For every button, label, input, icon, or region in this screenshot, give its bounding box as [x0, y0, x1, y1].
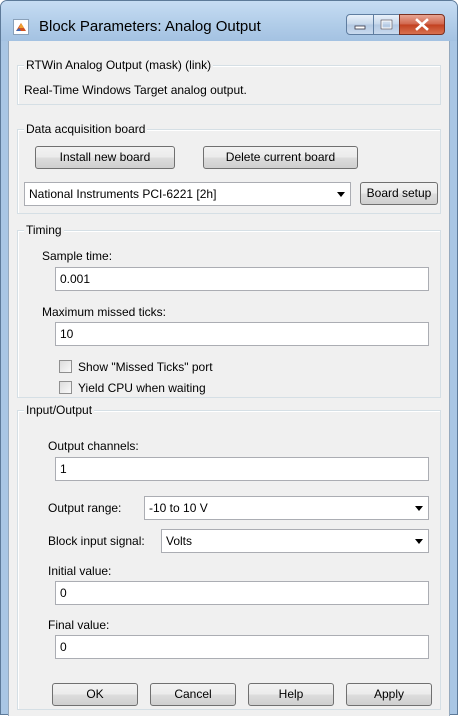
maximize-icon — [374, 15, 399, 34]
timing-group: Timing Sample time: 0.001 Maximum missed… — [17, 223, 441, 398]
output-range-value: -10 to 10 V — [149, 501, 208, 515]
daq-board-group: Data acquisition board Install new board… — [17, 122, 441, 214]
board-select[interactable]: National Instruments PCI-6221 [2h] — [24, 182, 351, 206]
block-input-signal-value: Volts — [166, 534, 193, 548]
max-missed-ticks-label: Maximum missed ticks: — [42, 305, 167, 319]
timing-legend: Timing — [24, 223, 64, 237]
install-board-button[interactable]: Install new board — [35, 146, 175, 169]
mask-description-group: RTWin Analog Output (mask) (link) Real-T… — [17, 58, 441, 105]
help-button[interactable]: Help — [248, 683, 334, 706]
dropdown-arrow-icon — [415, 506, 423, 511]
initial-value-input[interactable]: 0 — [55, 581, 429, 605]
window-title: Block Parameters: Analog Output — [39, 18, 261, 35]
board-select-value: National Instruments PCI-6221 [2h] — [29, 187, 217, 201]
close-icon — [400, 15, 444, 34]
daq-legend: Data acquisition board — [24, 122, 148, 136]
dialog-client-area: RTWin Analog Output (mask) (link) Real-T… — [8, 41, 450, 716]
title-bar[interactable]: Block Parameters: Analog Output — [1, 1, 457, 41]
mask-description: Real-Time Windows Target analog output. — [24, 83, 247, 97]
final-value-input[interactable]: 0 — [55, 635, 429, 659]
minimize-icon — [347, 15, 373, 34]
io-legend: Input/Output — [24, 403, 95, 417]
apply-button[interactable]: Apply — [346, 683, 432, 706]
max-missed-ticks-input[interactable]: 10 — [55, 322, 429, 346]
maximize-button[interactable] — [373, 14, 400, 35]
dialog-window: Block Parameters: Analog Output RTWin An… — [0, 0, 458, 716]
dropdown-arrow-icon — [415, 539, 423, 544]
delete-board-button[interactable]: Delete current board — [203, 146, 358, 169]
output-range-select[interactable]: -10 to 10 V — [144, 496, 429, 520]
final-value-label: Final value: — [48, 618, 110, 632]
board-setup-button[interactable]: Board setup — [360, 182, 438, 205]
output-channels-label: Output channels: — [48, 439, 139, 453]
block-input-signal-select[interactable]: Volts — [161, 529, 429, 553]
minimize-button[interactable] — [346, 14, 374, 35]
yield-cpu-label[interactable]: Yield CPU when waiting — [78, 381, 206, 395]
block-input-signal-label: Block input signal: — [48, 534, 145, 548]
input-output-group: Input/Output Output channels: 1 Output r… — [17, 403, 441, 710]
dropdown-arrow-icon — [337, 192, 345, 197]
output-channels-input[interactable]: 1 — [55, 457, 429, 481]
mask-legend: RTWin Analog Output (mask) (link) — [24, 58, 214, 72]
cancel-button[interactable]: Cancel — [150, 683, 236, 706]
initial-value-label: Initial value: — [48, 564, 112, 578]
sample-time-input[interactable]: 0.001 — [55, 267, 429, 291]
output-range-label: Output range: — [48, 501, 122, 515]
ok-button[interactable]: OK — [52, 683, 138, 706]
sample-time-label: Sample time: — [42, 249, 113, 263]
matlab-logo-icon — [13, 19, 29, 35]
show-missed-ticks-checkbox[interactable] — [59, 360, 72, 373]
show-missed-ticks-label[interactable]: Show "Missed Ticks" port — [78, 360, 213, 374]
yield-cpu-checkbox[interactable] — [59, 381, 72, 394]
close-button[interactable] — [399, 14, 445, 35]
